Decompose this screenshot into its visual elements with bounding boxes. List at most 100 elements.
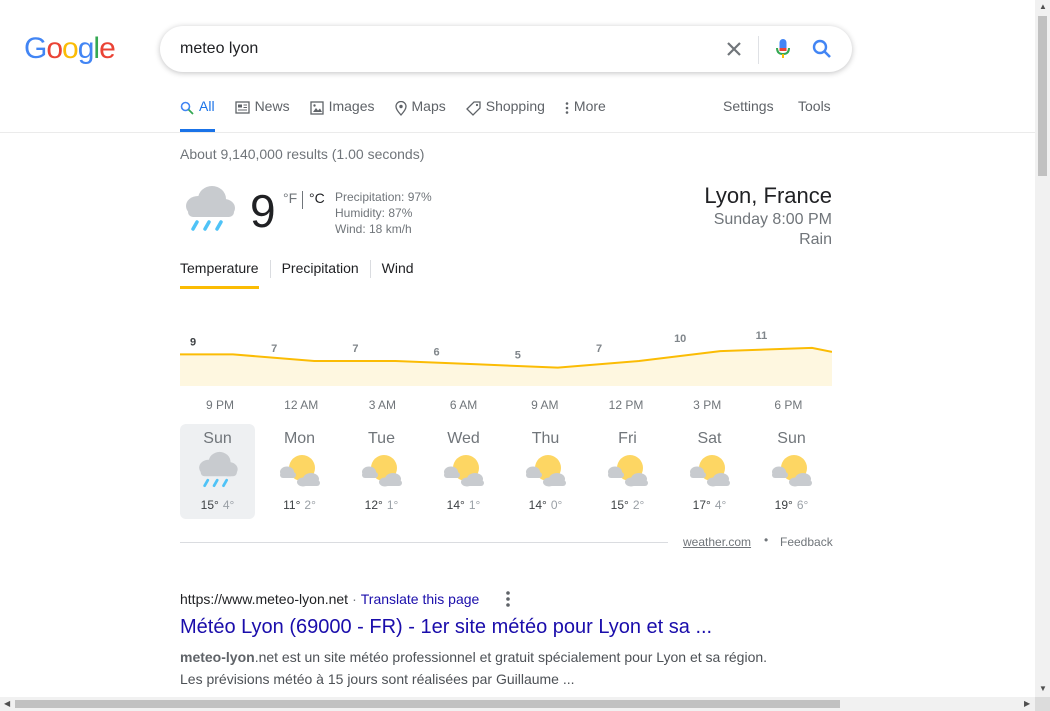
result-snippet: meteo-lyon.net est un site météo profess… <box>180 646 780 690</box>
snippet-bold: meteo-lyon <box>180 649 255 665</box>
search-input[interactable] <box>180 38 700 60</box>
tab-precipitation[interactable]: Precipitation <box>282 260 359 289</box>
day-forecast[interactable]: Thu 14° 0° <box>508 424 583 519</box>
day-name: Thu <box>531 430 560 447</box>
day-name: Sat <box>697 430 722 447</box>
chart-value-label: 11 <box>756 330 768 342</box>
tab-label: Maps <box>411 98 446 114</box>
day-low: 0° <box>550 498 563 512</box>
result-title-link[interactable]: Météo Lyon (69000 - FR) - 1er site météo… <box>180 616 712 639</box>
unit-fahrenheit-toggle[interactable]: °F <box>283 190 297 206</box>
tab-shopping[interactable]: Shopping <box>465 98 545 132</box>
google-logo[interactable]: Google <box>24 32 116 66</box>
settings-link[interactable]: Settings <box>723 98 774 114</box>
scroll-down-arrow[interactable]: ▼ <box>1039 684 1047 693</box>
translate-link[interactable]: Translate this page <box>361 591 480 607</box>
weather-tab-separator <box>269 260 271 278</box>
snippet-text: .net est un site météo professionnel et … <box>254 649 768 665</box>
day-low: 2° <box>632 498 645 512</box>
partly-cloudy-icon <box>688 448 732 492</box>
day-high: 11° <box>283 498 301 512</box>
day-forecast[interactable]: Mon 11° 2° <box>262 424 337 519</box>
card-divider <box>180 542 668 543</box>
scroll-right-arrow[interactable]: ▶ <box>1024 699 1030 708</box>
feedback-link[interactable]: Feedback <box>780 535 833 549</box>
partly-cloudy-icon <box>606 448 650 492</box>
microphone-icon[interactable] <box>771 37 795 61</box>
day-temps: 14° 0° <box>508 498 583 512</box>
vertical-scroll-thumb[interactable] <box>1038 16 1047 176</box>
tab-label: More <box>573 98 606 114</box>
separator-dot: • <box>764 533 769 547</box>
horizontal-scroll-thumb[interactable] <box>15 700 840 708</box>
partly-cloudy-icon <box>524 448 568 492</box>
day-low: 2° <box>304 498 316 512</box>
map-pin-icon <box>394 98 412 119</box>
tab-label: Images <box>328 98 375 114</box>
search-tabs: All News Images Maps Shopping More <box>180 98 626 132</box>
weather-time: Sunday 8:00 PM <box>713 211 832 228</box>
day-forecast[interactable]: Sun 15° 4° <box>180 424 255 519</box>
partly-cloudy-icon <box>770 448 814 492</box>
rain-cloud-icon <box>182 184 238 239</box>
tab-temperature[interactable]: Temperature <box>180 260 259 289</box>
results-stats: About 9,140,000 results (1.00 seconds) <box>180 146 425 162</box>
tab-images[interactable]: Images <box>309 98 375 132</box>
weather-location-block: Lyon, France Sunday 8:00 PM Rain <box>704 182 832 250</box>
scroll-up-arrow[interactable]: ▲ <box>1039 2 1047 11</box>
day-forecast[interactable]: Fri 15° 2° <box>590 424 665 519</box>
partly-cloudy-icon <box>360 448 404 492</box>
scroll-left-arrow[interactable]: ◀ <box>4 699 10 708</box>
result-url[interactable]: https://www.meteo-lyon.net <box>180 591 348 607</box>
day-forecast[interactable]: Tue 12° 1° <box>344 424 419 519</box>
hour-label: 3 AM <box>368 398 397 412</box>
search-icon <box>180 98 199 118</box>
tab-label: All <box>199 98 215 114</box>
image-icon <box>309 98 329 118</box>
day-name: Fri <box>618 430 637 447</box>
weather-source-link[interactable]: weather.com <box>683 535 751 549</box>
hour-label: 9 PM <box>205 398 235 412</box>
unit-celsius-toggle[interactable]: °C <box>309 190 325 206</box>
tag-icon <box>465 98 486 119</box>
day-high: 15° <box>200 498 219 512</box>
day-forecast[interactable]: Sat 17° 4° <box>672 424 747 519</box>
header-divider <box>0 132 1035 133</box>
scrollbar-corner <box>1035 697 1050 711</box>
daily-forecast: Sun 15° 4° Mon 11° 2° Tue 12° 1° Wed 14° 1° Thu 14° 0°… <box>180 424 840 520</box>
tab-news[interactable]: News <box>234 98 290 132</box>
chart-value-label: 9 <box>190 336 196 348</box>
day-forecast[interactable]: Wed 14° 1° <box>426 424 501 519</box>
day-low: 1° <box>468 498 481 512</box>
day-name: Wed <box>447 430 480 447</box>
day-name: Sun <box>203 430 232 447</box>
day-high: 17° <box>692 498 711 512</box>
weather-tabs: Temperature Precipitation Wind <box>180 260 414 289</box>
day-high: 12° <box>364 498 383 512</box>
logo-letter: o <box>46 32 63 65</box>
chart-value-label: 6 <box>434 346 440 358</box>
news-icon <box>234 98 255 117</box>
day-forecast[interactable]: Sun 19° 6° <box>754 424 829 519</box>
day-high: 19° <box>774 498 793 512</box>
current-temperature: 9 <box>250 185 276 237</box>
tools-link[interactable]: Tools <box>798 98 831 114</box>
logo-letter: G <box>24 32 47 65</box>
day-name: Sun <box>777 430 806 447</box>
url-separator: · <box>352 591 357 607</box>
tab-all[interactable]: All <box>180 98 215 132</box>
partly-cloudy-icon <box>278 448 322 492</box>
tab-maps[interactable]: Maps <box>394 98 446 132</box>
day-temps: 17° 4° <box>672 498 747 512</box>
tab-wind[interactable]: Wind <box>382 260 414 289</box>
more-vert-icon <box>565 98 574 118</box>
weather-tab-separator <box>369 260 371 278</box>
day-low: 6° <box>796 498 809 512</box>
logo-letter: o <box>62 32 79 65</box>
hour-label: 6 AM <box>449 398 478 412</box>
search-icon[interactable] <box>810 37 834 61</box>
tab-more[interactable]: More <box>565 98 606 132</box>
clear-icon[interactable] <box>722 37 746 61</box>
day-temps: 11° 2° <box>262 498 337 512</box>
more-options-icon[interactable] <box>500 590 516 608</box>
